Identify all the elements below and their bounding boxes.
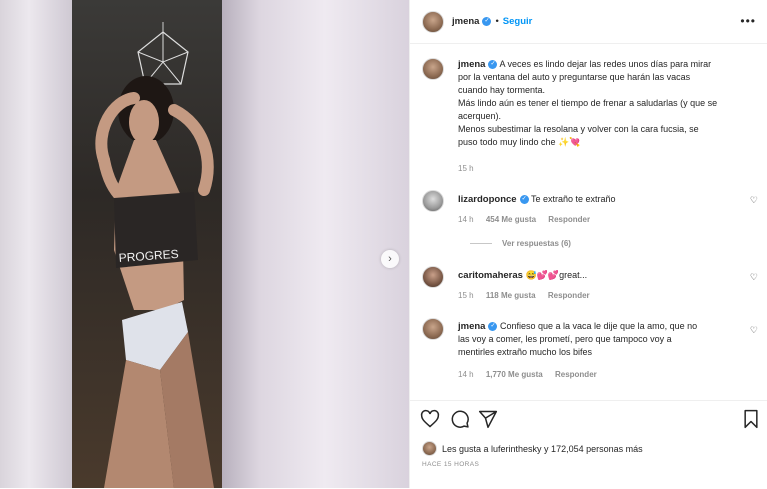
comment-likes[interactable]: 454 Me gusta (486, 215, 536, 224)
comment-heart-icon[interactable]: ♡ (750, 325, 758, 336)
follow-button[interactable]: Seguir (503, 16, 533, 27)
comment-text: lizardoponce ✓ Te extraño te extraño (458, 193, 738, 206)
caption-line: A veces es lindo dejar las redes unos dí… (499, 59, 712, 69)
comment-username[interactable]: jmena (458, 321, 485, 332)
share-icon[interactable] (478, 409, 498, 429)
comments-list[interactable]: jmena ✓ A veces es lindo dejar las redes … (410, 44, 767, 400)
post-side-panel: jmena ✓ • Seguir ••• jmena ✓ A veces es l… (409, 0, 767, 488)
comment-line: mentirles extraño mucho los bifes (458, 347, 593, 357)
comment-username[interactable]: caritomaheras (458, 270, 523, 281)
reply-button[interactable]: Responder (555, 370, 597, 379)
comment-avatar[interactable] (422, 190, 444, 212)
verified-icon: ✓ (519, 195, 529, 205)
comment-line: Confieso que a la vaca le dije que la am… (499, 321, 698, 331)
verified-icon: ✓ (482, 17, 492, 26)
caption-line: cuando hay tormenta. (458, 85, 546, 95)
caption-line: Menos subestimar la resolana y volver co… (458, 124, 699, 134)
liker-avatar[interactable] (422, 441, 437, 456)
heart-icon[interactable] (420, 409, 440, 429)
bookmark-icon[interactable] (742, 409, 760, 429)
comment-username[interactable]: lizardoponce (458, 194, 517, 205)
comment-likes[interactable]: 118 Me gusta (486, 291, 536, 300)
caption-avatar[interactable] (422, 58, 444, 80)
verified-icon: ✓ (488, 322, 498, 332)
instagram-post: PROGRES › jmena ✓ • Seguir ••• jmena ✓ A… (0, 0, 767, 488)
more-options-icon[interactable]: ••• (740, 14, 756, 28)
comment-avatar[interactable] (422, 318, 444, 340)
comment-line: las voy a comer, les prometí, pero que t… (458, 334, 672, 344)
author-username[interactable]: jmena (452, 16, 479, 27)
reply-button[interactable]: Responder (548, 291, 590, 300)
comment-avatar[interactable] (422, 266, 444, 288)
comment-likes[interactable]: 1,770 Me gusta (486, 370, 543, 379)
comment-heart-icon[interactable]: ♡ (750, 195, 758, 206)
caption-meta: 15 h (458, 164, 484, 173)
verified-icon: ✓ (488, 60, 498, 70)
likes-summary[interactable]: Les gusta a luferinthesky y 172,054 pers… (422, 441, 643, 456)
reply-button[interactable]: Responder (548, 215, 590, 224)
post-header: jmena ✓ • Seguir ••• (410, 0, 767, 44)
comment-text: jmena ✓ Confieso que a la vaca le dije qu… (458, 320, 738, 359)
comment-text: caritomaheras 😅💕💕great... (458, 269, 738, 282)
comment-time[interactable]: 14 h (458, 215, 474, 224)
comment-meta: 15 h 118 Me gusta Responder (458, 291, 600, 300)
comment-heart-icon[interactable]: ♡ (750, 272, 758, 283)
comment-meta: 14 h 454 Me gusta Responder (458, 215, 600, 224)
chevron-right-icon: › (388, 253, 392, 265)
caption-line: acerquen). (458, 111, 502, 121)
caption-line: Más lindo aún es tener el tiempo de fren… (458, 98, 718, 108)
caption-username[interactable]: jmena (458, 59, 485, 70)
curtain-right (222, 0, 409, 488)
person-figure: PROGRES (95, 76, 214, 488)
caption-text: jmena ✓ A veces es lindo dejar las redes … (458, 58, 738, 149)
post-timestamp[interactable]: HACE 15 HORAS (422, 461, 479, 468)
author-avatar[interactable] (422, 10, 444, 33)
comment-icon[interactable] (450, 409, 470, 429)
view-replies-label: Ver respuestas (6) (502, 239, 571, 248)
caption-line: puso todo muy lindo che ✨💘 (458, 137, 581, 147)
replies-divider (470, 243, 492, 245)
next-photo-button[interactable]: › (381, 250, 399, 268)
post-photo[interactable]: PROGRES › (0, 0, 409, 488)
comment-meta: 14 h 1,770 Me gusta Responder (458, 370, 607, 379)
post-actions: Les gusta a luferinthesky y 172,054 pers… (410, 400, 767, 489)
curtain-left (0, 0, 72, 488)
header-separator: • (495, 16, 499, 27)
caption-time[interactable]: 15 h (458, 164, 474, 173)
comment-body: 😅💕💕great... (525, 270, 588, 280)
caption-line: por la ventana del auto y preguntarse qu… (458, 72, 691, 82)
comment-time[interactable]: 14 h (458, 370, 474, 379)
view-replies-button[interactable]: Ver respuestas (6) (470, 239, 571, 248)
likes-text[interactable]: Les gusta a luferinthesky y 172,054 pers… (442, 444, 643, 454)
comment-body: Te extraño te extraño (530, 194, 616, 204)
comment-time[interactable]: 15 h (458, 291, 474, 300)
